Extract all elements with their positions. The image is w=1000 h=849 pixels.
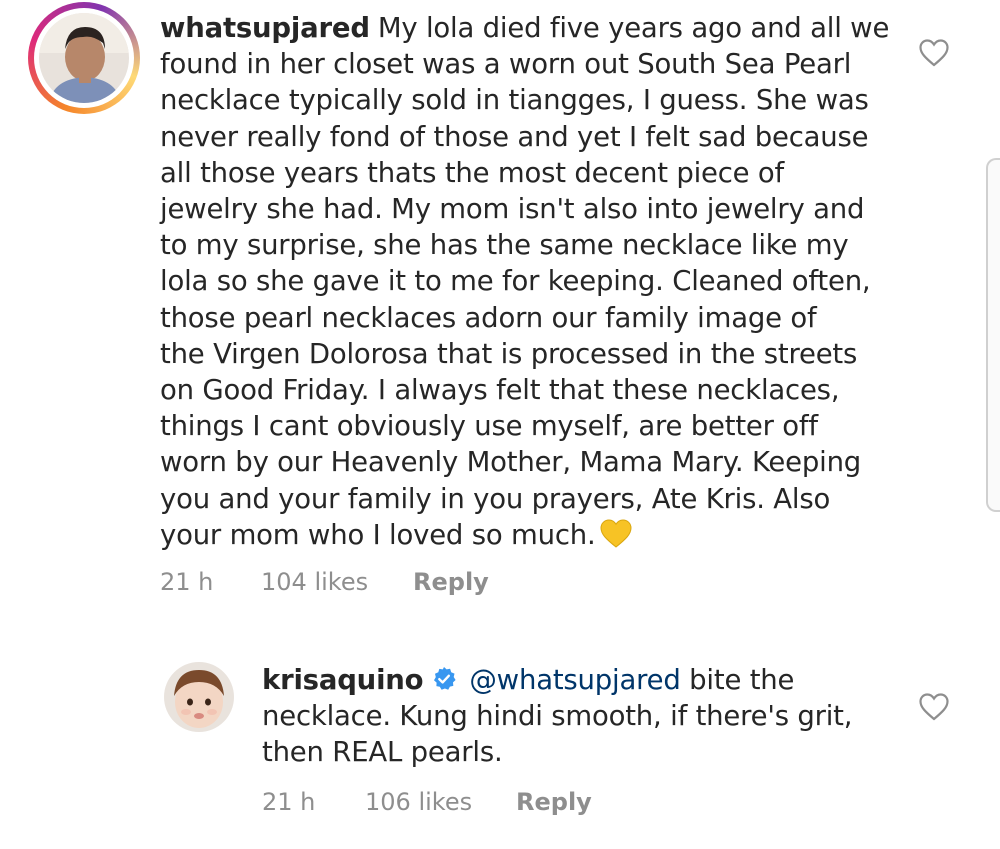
avatar[interactable] — [164, 662, 234, 732]
comment-line: things I cant obviously use myself, are … — [160, 410, 818, 443]
yellow-heart-emoji-icon — [600, 519, 632, 548]
comment-body: krisaquino @whatsupjared bite the necklac… — [262, 662, 902, 771]
avatar-border — [34, 8, 134, 108]
comment-line: whatsupjared My lola died five years ago … — [160, 10, 920, 46]
comment-text: your mom who I loved so much. — [160, 518, 596, 551]
heart-outline-icon[interactable] — [918, 38, 950, 68]
comment-line: the Virgen Dolorosa that is processed in… — [160, 337, 858, 370]
edge-panel-handle[interactable] — [986, 158, 1000, 512]
comment-line: never really fond of those and yet I fel… — [160, 120, 869, 153]
reply-button[interactable]: Reply — [413, 568, 489, 596]
comment-line: your mom who I loved so much. — [160, 517, 920, 553]
story-ring[interactable] — [28, 2, 140, 114]
comment-line: jewelry she had. My mom isn't also into … — [160, 193, 865, 226]
baby-photo-avatar-icon — [164, 662, 234, 732]
reply-button[interactable]: Reply — [516, 788, 592, 816]
mention-link[interactable]: @whatsupjared — [469, 664, 680, 696]
username[interactable]: whatsupjared — [160, 12, 370, 44]
comment-line: worn by our Heavenly Mother, Mama Mary. … — [160, 446, 862, 479]
likes-count[interactable]: 104 likes — [261, 568, 368, 596]
verified-badge-icon — [434, 667, 456, 690]
comment-line: all those years thats the most decent pi… — [160, 156, 785, 189]
comment-line: to my surprise, she has the same necklac… — [160, 229, 849, 262]
likes-count[interactable]: 106 likes — [365, 788, 472, 816]
comment-krisaquino: krisaquino @whatsupjared bite the necklac… — [0, 640, 1000, 849]
comment-text: bite the — [680, 664, 795, 696]
comment-meta: 21 h 104 likes Reply — [160, 568, 760, 598]
comment-line: necklace typically sold in tiangges, I g… — [160, 84, 869, 117]
comment-line: krisaquino @whatsupjared bite the — [262, 662, 902, 698]
user-photo-avatar-icon — [39, 13, 129, 103]
heart-outline-icon[interactable] — [918, 692, 950, 722]
comment-meta: 21 h 106 likes Reply — [262, 788, 862, 818]
comment-line: on Good Friday. I always felt that these… — [160, 374, 840, 407]
timestamp: 21 h — [262, 788, 316, 816]
comment-body: whatsupjared My lola died five years ago … — [160, 10, 920, 553]
comment-line: found in her closet was a worn out South… — [160, 48, 852, 81]
avatar[interactable] — [39, 13, 129, 103]
comment-whatsupjared: whatsupjared My lola died five years ago … — [0, 0, 1000, 620]
comment-line: those pearl necklaces adorn our family i… — [160, 301, 817, 334]
timestamp: 21 h — [160, 568, 214, 596]
username[interactable]: krisaquino — [262, 664, 424, 696]
comment-line: lola so she gave it to me for keeping. C… — [160, 265, 871, 298]
comment-line: then REAL pearls. — [262, 736, 503, 769]
comment-line: necklace. Kung hindi smooth, if there's … — [262, 700, 853, 733]
comment-line: you and your family in you prayers, Ate … — [160, 482, 831, 515]
comment-text: My lola died five years ago and all we — [377, 12, 890, 44]
